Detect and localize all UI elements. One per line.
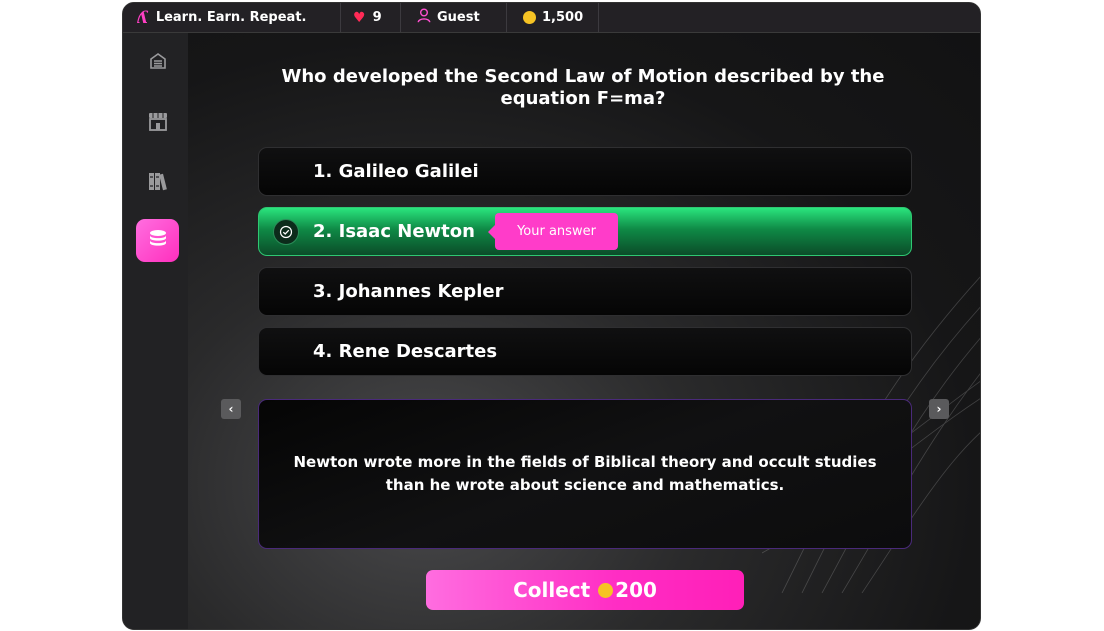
answer-option-4[interactable]: 4. Rene Descartes: [258, 327, 912, 376]
quiz-area: Who developed the Second Law of Motion d…: [188, 33, 980, 629]
sidebar: [123, 33, 188, 629]
brand-text: Learn. Earn. Repeat.: [155, 10, 307, 25]
top-bar: ʎ Learn. Earn. Repeat. ♥ 9 Guest 1,500: [123, 3, 980, 33]
collect-label: Collect: [513, 578, 591, 602]
coins-stack-icon: [147, 228, 169, 254]
collect-amount: 200: [615, 578, 657, 602]
fun-fact-text: Newton wrote more in the fields of Bibli…: [293, 453, 877, 494]
answer-option-1[interactable]: 1. Galileo Galilei: [258, 147, 912, 196]
answer-label: 4. Rene Descartes: [313, 341, 498, 362]
coin-balance: 1,500: [507, 3, 599, 32]
question-text: Who developed the Second Law of Motion d…: [281, 66, 885, 109]
your-answer-badge: Your answer: [488, 213, 618, 250]
answer-label: 2. Isaac Newton: [313, 221, 475, 242]
answer-option-3[interactable]: 3. Johannes Kepler: [258, 267, 912, 316]
lives-value: 9: [372, 10, 382, 25]
user-name: Guest: [437, 10, 480, 25]
coin-value: 1,500: [542, 10, 584, 25]
user-icon: [417, 8, 431, 27]
coin-icon: [598, 582, 614, 598]
collect-button[interactable]: Collect 200: [426, 570, 744, 610]
answer-option-2[interactable]: 2. Isaac Newton Your answer: [258, 207, 912, 256]
brand[interactable]: ʎ Learn. Earn. Repeat.: [123, 3, 341, 32]
sidebar-item-store[interactable]: [136, 101, 179, 144]
sidebar-item-coins[interactable]: [136, 219, 179, 262]
brand-logo-icon: ʎ: [137, 7, 148, 28]
app-window: ʎ Learn. Earn. Repeat. ♥ 9 Guest 1,500 W…: [122, 2, 981, 630]
next-fact-button[interactable]: ›: [929, 399, 949, 419]
prev-fact-button[interactable]: ‹: [221, 399, 241, 419]
lives-counter: ♥ 9: [341, 3, 401, 32]
check-circle-icon: [273, 219, 299, 245]
library-icon: [147, 170, 169, 196]
heart-icon: ♥: [353, 9, 366, 26]
sidebar-item-home[interactable]: [136, 41, 179, 84]
answer-label: 3. Johannes Kepler: [313, 281, 504, 302]
user-menu[interactable]: Guest: [401, 3, 507, 32]
home-icon: [149, 52, 167, 74]
answer-label: 1. Galileo Galilei: [313, 161, 479, 182]
fun-fact-card: Newton wrote more in the fields of Bibli…: [258, 399, 912, 549]
store-icon: [147, 110, 169, 136]
coin-icon: [523, 11, 536, 24]
sidebar-item-library[interactable]: [136, 161, 179, 204]
